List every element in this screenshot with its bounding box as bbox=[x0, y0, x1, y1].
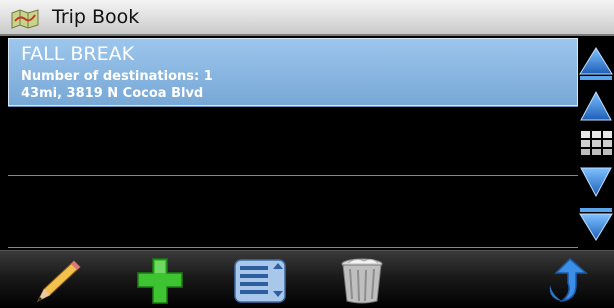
page-title: Trip Book bbox=[52, 6, 140, 28]
list-icon[interactable] bbox=[232, 255, 288, 305]
trip-book-screen: Trip Book FALL BREAK Number of destinati… bbox=[0, 0, 614, 308]
scroll-controls bbox=[578, 38, 614, 248]
plus-icon[interactable] bbox=[132, 255, 188, 305]
trash-icon[interactable] bbox=[334, 255, 390, 305]
keyboard-grid-icon[interactable] bbox=[580, 130, 614, 156]
line-down-icon[interactable] bbox=[578, 162, 614, 204]
page-up-icon[interactable] bbox=[578, 40, 614, 82]
line-up-icon[interactable] bbox=[578, 84, 614, 126]
map-icon bbox=[11, 9, 39, 29]
bottom-toolbar bbox=[0, 250, 614, 308]
trip-row-fall-break[interactable]: FALL BREAK Number of destinations: 1 43m… bbox=[8, 38, 578, 106]
back-arrow-icon[interactable] bbox=[542, 255, 598, 305]
trip-destination-count: Number of destinations: 1 bbox=[21, 69, 213, 84]
title-bar: Trip Book bbox=[0, 0, 614, 36]
trip-row-empty[interactable] bbox=[8, 106, 578, 176]
page-down-icon[interactable] bbox=[578, 206, 614, 248]
trip-distance-address: 43mi, 3819 N Cocoa Blvd bbox=[21, 86, 204, 101]
trip-list: FALL BREAK Number of destinations: 1 43m… bbox=[8, 38, 578, 248]
trip-name: FALL BREAK bbox=[21, 43, 135, 65]
pencil-icon[interactable] bbox=[30, 255, 86, 305]
trip-row-empty[interactable] bbox=[8, 178, 578, 248]
